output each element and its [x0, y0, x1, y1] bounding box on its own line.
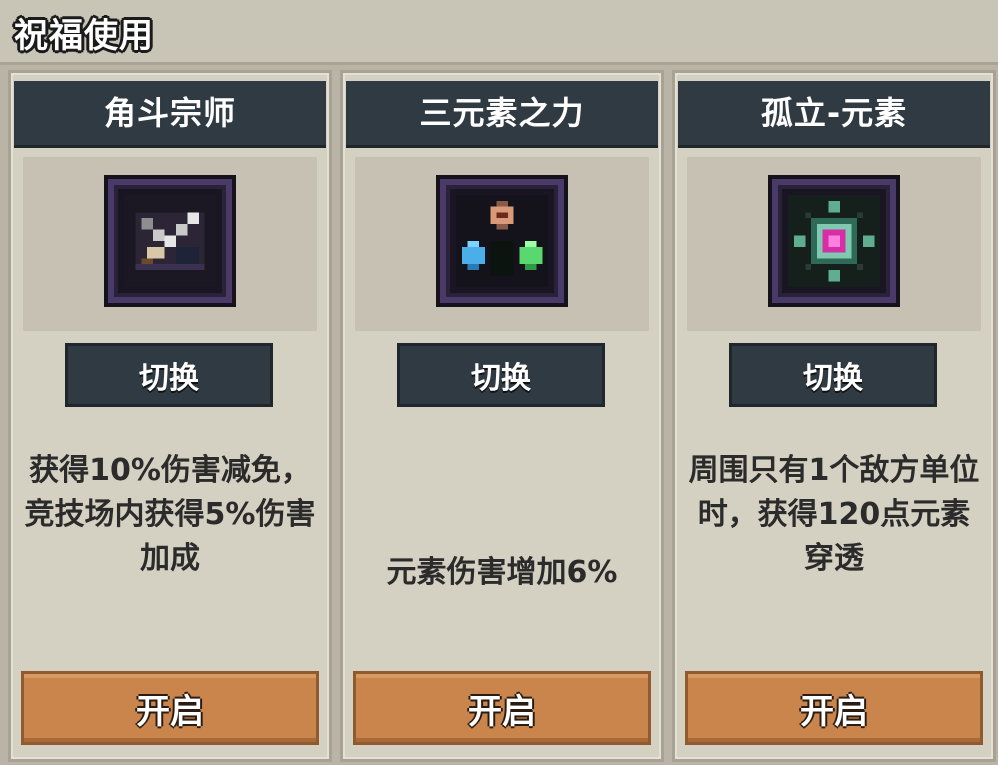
switch-button[interactable]: 切换 [65, 343, 273, 407]
isolated-element-crystal-icon [772, 179, 896, 303]
blessing-card: 孤立-元素 切换 周围只有1个敌方单位时，获得120点元素穿透 开启 [672, 70, 996, 762]
blessing-card-list: 角斗宗师 切换 获得10%伤害减免，竞技场内获得5%伤害加成 开启 三元素之力 … [0, 66, 998, 765]
blessing-card: 三元素之力 切换 元素伤害增加6% 开启 [340, 70, 664, 762]
switch-button-label: 切换 [471, 361, 531, 396]
card-title-bar: 孤立-元素 [678, 81, 990, 148]
icon-area [23, 157, 317, 331]
card-title: 角斗宗师 [103, 94, 236, 132]
open-button[interactable]: 开启 [685, 671, 983, 745]
open-button-label: 开启 [800, 691, 868, 732]
card-title-bar: 角斗宗师 [14, 81, 326, 148]
switch-button-label: 切换 [139, 361, 199, 396]
switch-button[interactable]: 切换 [729, 343, 937, 407]
crossed-swords-icon [108, 179, 232, 303]
switch-button-label: 切换 [803, 361, 863, 396]
card-title: 孤立-元素 [760, 94, 908, 132]
open-button-label: 开启 [136, 691, 204, 732]
card-title: 三元素之力 [419, 94, 585, 132]
blessing-card: 角斗宗师 切换 获得10%伤害减免，竞技场内获得5%伤害加成 开启 [8, 70, 332, 762]
icon-area [687, 157, 981, 331]
three-elements-gems-icon [440, 179, 564, 303]
card-title-bar: 三元素之力 [346, 81, 658, 148]
icon-area [355, 157, 649, 331]
blessing-description: 元素伤害增加6% [386, 555, 618, 590]
blessing-description: 获得10%伤害减免，竞技场内获得5%伤害加成 [24, 453, 316, 576]
switch-button[interactable]: 切换 [397, 343, 605, 407]
open-button-label: 开启 [468, 691, 536, 732]
header-bar: 祝福使用 [0, 0, 998, 65]
page-title: 祝福使用 [14, 16, 154, 56]
open-button[interactable]: 开启 [21, 671, 319, 745]
blessing-description: 周围只有1个敌方单位时，获得120点元素穿透 [688, 453, 980, 576]
open-button[interactable]: 开启 [353, 671, 651, 745]
